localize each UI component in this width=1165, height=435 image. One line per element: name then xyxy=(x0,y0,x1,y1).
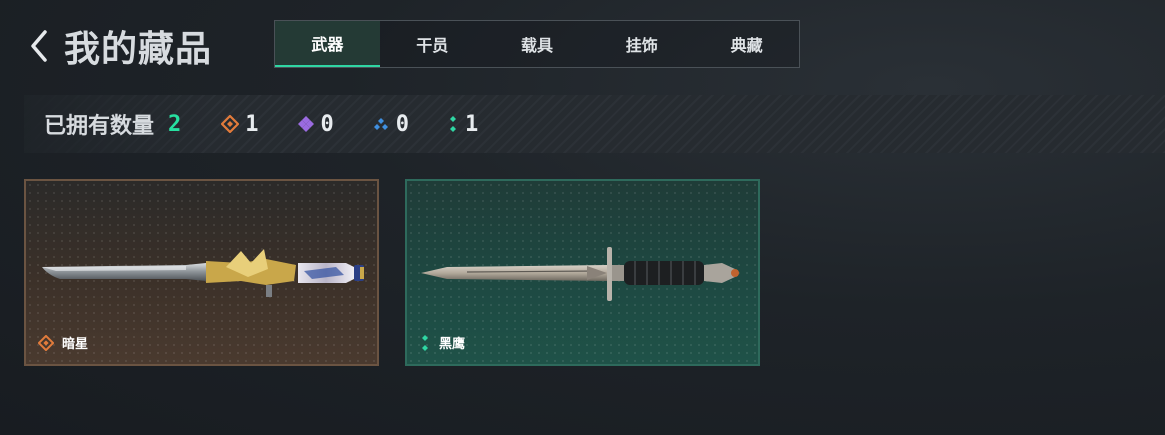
green-rarity-icon xyxy=(422,334,428,351)
rarity-green: 1 xyxy=(447,112,478,137)
owned-total: 2 xyxy=(168,111,182,137)
rarity-purple: 0 xyxy=(297,112,334,137)
item-name: 黑鹰 xyxy=(439,337,466,352)
page-header: 我的藏品 xyxy=(24,18,212,74)
tab-vehicles[interactable]: 载具 xyxy=(485,21,590,67)
rarity-purple-count: 0 xyxy=(320,111,334,137)
item-name: 暗星 xyxy=(62,337,89,352)
ornate-knife-image xyxy=(42,249,364,297)
rarity-blue: 0 xyxy=(372,112,409,137)
combat-knife-image xyxy=(421,247,739,301)
owned-count-bar: 已拥有数量 2 1 0 0 1 xyxy=(24,95,1165,153)
weapon-card-heiying[interactable]: 黑鹰 xyxy=(405,179,760,366)
orange-diamond-icon xyxy=(221,115,240,133)
tab-charms[interactable]: 挂饰 xyxy=(589,21,694,67)
rarity-orange-count: 1 xyxy=(245,111,259,137)
blue-diamond-icon xyxy=(373,118,388,130)
category-tabs: 武器 干员 载具 挂饰 典藏 xyxy=(274,20,800,68)
tab-weapons[interactable]: 武器 xyxy=(275,21,380,67)
rarity-green-count: 1 xyxy=(465,111,479,137)
owned-count-label: 已拥有数量 xyxy=(44,114,155,139)
item-label: 黑鹰 xyxy=(419,333,465,352)
rarity-blue-count: 0 xyxy=(395,111,410,137)
weapon-card-anxing[interactable]: 暗星 xyxy=(24,179,379,366)
green-diamond-icon xyxy=(450,116,457,132)
back-button[interactable] xyxy=(24,26,54,66)
orange-rarity-icon xyxy=(38,334,54,351)
item-label: 暗星 xyxy=(38,333,88,352)
chevron-left-icon xyxy=(31,30,47,62)
tab-collection[interactable]: 典藏 xyxy=(694,21,799,67)
page-title: 我的藏品 xyxy=(64,29,213,70)
rarity-orange: 1 xyxy=(221,111,259,137)
purple-diamond-icon xyxy=(297,116,314,132)
tab-operators[interactable]: 干员 xyxy=(380,21,485,67)
